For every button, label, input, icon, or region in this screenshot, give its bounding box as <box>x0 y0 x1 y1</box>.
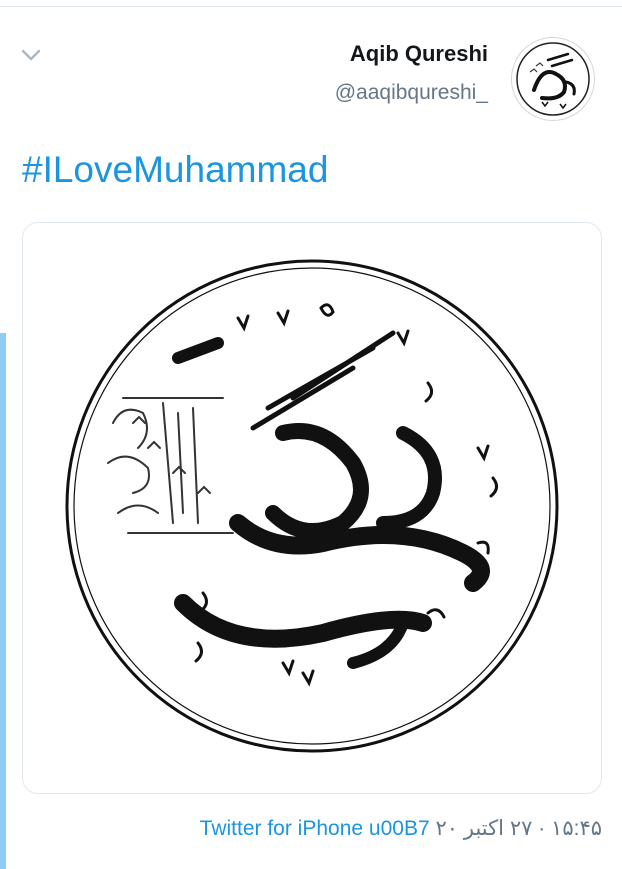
tweet-meta: Twitter for iPhone u00B7 ۱۵:۴۵ · ۲۷ اکتب… <box>200 816 602 841</box>
tweet-media-card[interactable] <box>22 222 602 794</box>
user-handle[interactable]: @aaqibqureshi_ <box>335 78 488 108</box>
display-name[interactable]: Aqib Qureshi <box>335 40 488 68</box>
avatar[interactable] <box>511 37 595 121</box>
thread-indicator-bar <box>0 333 6 869</box>
top-divider <box>0 6 622 7</box>
tweet-timestamp: ۱۵:۴۵ · ۲۷ اکتبر ۲۰ <box>435 817 602 840</box>
muhammad-calligraphy-image <box>65 259 559 753</box>
tweet-source-link[interactable]: Twitter for iPhone <box>200 817 363 840</box>
calligraphy-avatar-icon <box>516 42 590 116</box>
tweet-hashtag-link[interactable]: #ILoveMuhammad <box>22 146 328 194</box>
meta-separator: u00B7 <box>368 817 430 840</box>
chevron-down-icon[interactable] <box>20 48 42 62</box>
tweet-author[interactable]: Aqib Qureshi @aaqibqureshi_ <box>335 40 488 108</box>
